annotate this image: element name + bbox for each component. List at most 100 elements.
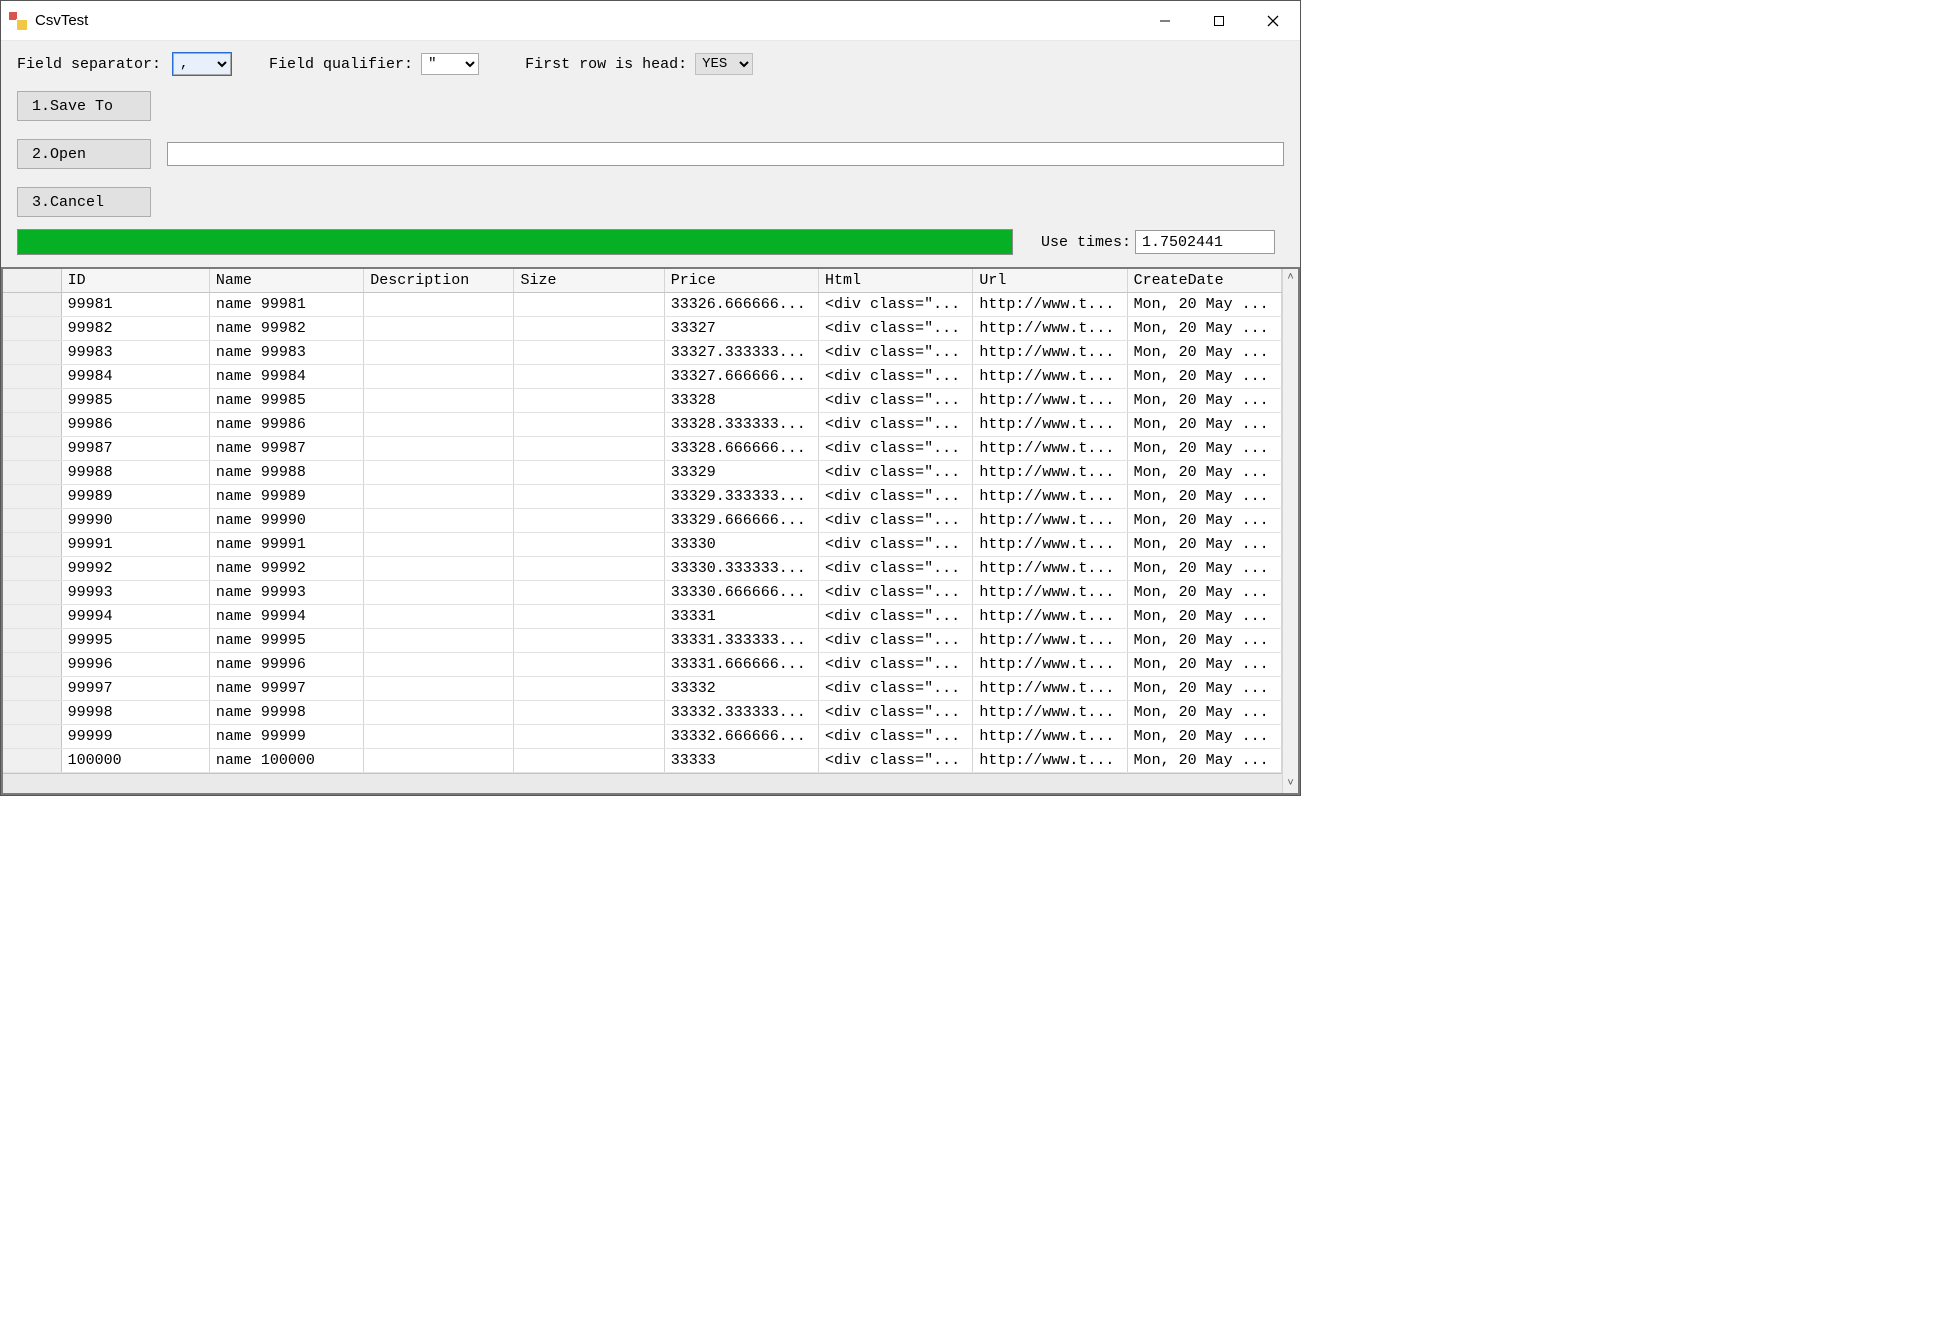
cell-size[interactable] [514,365,664,389]
cell-size[interactable] [514,317,664,341]
field-separator-select[interactable]: , [173,53,231,75]
cell-desc[interactable] [364,293,514,317]
table-row[interactable]: 99986name 9998633328.333333...<div class… [3,413,1282,437]
table-row[interactable]: 99989name 9998933329.333333...<div class… [3,485,1282,509]
cell-html[interactable]: <div class="... [819,605,973,629]
cell-date[interactable]: Mon, 20 May ... [1127,653,1281,677]
cell-date[interactable]: Mon, 20 May ... [1127,389,1281,413]
cell-date[interactable]: Mon, 20 May ... [1127,413,1281,437]
cell-desc[interactable] [364,485,514,509]
cell-id[interactable]: 99988 [61,461,209,485]
cell-name[interactable]: name 99981 [209,293,363,317]
close-button[interactable] [1246,1,1300,41]
cell-url[interactable]: http://www.t... [973,605,1127,629]
cell-html[interactable]: <div class="... [819,533,973,557]
row-header[interactable] [3,365,61,389]
cell-name[interactable]: name 99996 [209,653,363,677]
row-header[interactable] [3,461,61,485]
cell-size[interactable] [514,509,664,533]
cell-desc[interactable] [364,653,514,677]
cell-name[interactable]: name 99994 [209,605,363,629]
cell-html[interactable]: <div class="... [819,509,973,533]
cell-desc[interactable] [364,533,514,557]
cell-desc[interactable] [364,413,514,437]
cell-html[interactable]: <div class="... [819,413,973,437]
cell-id[interactable]: 99992 [61,557,209,581]
table-row[interactable]: 99988name 9998833329<div class="...http:… [3,461,1282,485]
cell-name[interactable]: name 99991 [209,533,363,557]
col-header-name[interactable]: Name [209,269,363,293]
cell-id[interactable]: 99991 [61,533,209,557]
cell-html[interactable]: <div class="... [819,485,973,509]
cell-date[interactable]: Mon, 20 May ... [1127,365,1281,389]
cell-date[interactable]: Mon, 20 May ... [1127,725,1281,749]
cell-price[interactable]: 33327.333333... [664,341,818,365]
cell-url[interactable]: http://www.t... [973,581,1127,605]
cell-date[interactable]: Mon, 20 May ... [1127,317,1281,341]
cell-id[interactable]: 99984 [61,365,209,389]
cell-size[interactable] [514,581,664,605]
open-button[interactable]: 2.Open [17,139,151,169]
cell-desc[interactable] [364,317,514,341]
cell-name[interactable]: name 99990 [209,509,363,533]
cell-url[interactable]: http://www.t... [973,341,1127,365]
cell-price[interactable]: 33328.333333... [664,413,818,437]
cell-price[interactable]: 33332.666666... [664,725,818,749]
cell-date[interactable]: Mon, 20 May ... [1127,749,1281,773]
cell-date[interactable]: Mon, 20 May ... [1127,461,1281,485]
cell-url[interactable]: http://www.t... [973,725,1127,749]
cell-url[interactable]: http://www.t... [973,653,1127,677]
cell-price[interactable]: 33332.333333... [664,701,818,725]
col-header-price[interactable]: Price [664,269,818,293]
cell-price[interactable]: 33330 [664,533,818,557]
cell-desc[interactable] [364,677,514,701]
cell-html[interactable]: <div class="... [819,749,973,773]
cell-html[interactable]: <div class="... [819,461,973,485]
cell-desc[interactable] [364,341,514,365]
cell-name[interactable]: name 99997 [209,677,363,701]
cell-date[interactable]: Mon, 20 May ... [1127,701,1281,725]
cell-size[interactable] [514,485,664,509]
cell-html[interactable]: <div class="... [819,653,973,677]
cell-name[interactable]: name 99993 [209,581,363,605]
scroll-up-icon[interactable]: ˄ [1283,272,1298,284]
cell-html[interactable]: <div class="... [819,677,973,701]
cell-size[interactable] [514,557,664,581]
cell-price[interactable]: 33329.333333... [664,485,818,509]
col-header-url[interactable]: Url [973,269,1127,293]
cell-desc[interactable] [364,389,514,413]
cell-html[interactable]: <div class="... [819,293,973,317]
table-row[interactable]: 99987name 9998733328.666666...<div class… [3,437,1282,461]
cell-price[interactable]: 33330.666666... [664,581,818,605]
cell-price[interactable]: 33330.333333... [664,557,818,581]
cell-name[interactable]: name 99995 [209,629,363,653]
cell-desc[interactable] [364,629,514,653]
cell-desc[interactable] [364,461,514,485]
row-header[interactable] [3,605,61,629]
cell-desc[interactable] [364,557,514,581]
cell-desc[interactable] [364,437,514,461]
cell-html[interactable]: <div class="... [819,365,973,389]
cell-date[interactable]: Mon, 20 May ... [1127,485,1281,509]
cell-desc[interactable] [364,581,514,605]
table-row[interactable]: 100000name 10000033333<div class="...htt… [3,749,1282,773]
cell-name[interactable]: name 100000 [209,749,363,773]
cell-html[interactable]: <div class="... [819,389,973,413]
table-row[interactable]: 99981name 9998133326.666666...<div class… [3,293,1282,317]
cell-name[interactable]: name 99986 [209,413,363,437]
cell-date[interactable]: Mon, 20 May ... [1127,557,1281,581]
open-path-input[interactable] [167,142,1284,166]
data-grid[interactable]: ID Name Description Size Price Html Url … [1,267,1300,795]
cell-url[interactable]: http://www.t... [973,533,1127,557]
maximize-button[interactable] [1192,1,1246,41]
cell-size[interactable] [514,341,664,365]
grid-vertical-scrollbar[interactable]: ˄ ˅ [1282,269,1298,793]
col-header-html[interactable]: Html [819,269,973,293]
cell-size[interactable] [514,533,664,557]
cell-name[interactable]: name 99998 [209,701,363,725]
cell-id[interactable]: 99985 [61,389,209,413]
cell-id[interactable]: 100000 [61,749,209,773]
row-header[interactable] [3,653,61,677]
cell-html[interactable]: <div class="... [819,557,973,581]
cell-date[interactable]: Mon, 20 May ... [1127,533,1281,557]
